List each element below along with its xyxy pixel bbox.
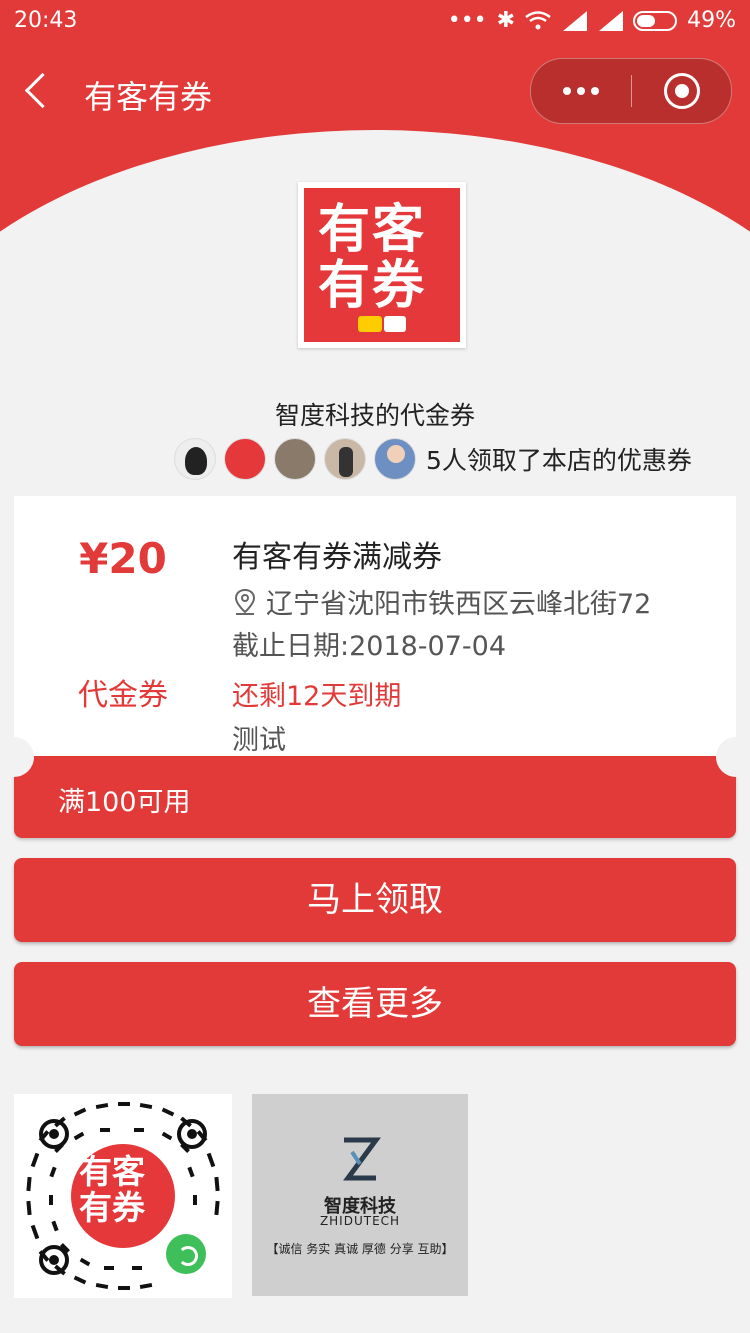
claim-button[interactable]: 马上领取 bbox=[14, 858, 736, 942]
close-miniapp-icon[interactable] bbox=[664, 73, 700, 109]
brand-slogan: 【诚信 务实 真诚 厚德 分享 互助】 bbox=[266, 1242, 454, 1256]
status-bar: 20:43 ••• ✱ 49% bbox=[0, 0, 750, 44]
location-icon bbox=[234, 588, 256, 615]
capsule-divider bbox=[631, 75, 632, 107]
takers-row: 5人领取了本店的优惠券 bbox=[174, 436, 692, 482]
coupon-condition: 满100可用 bbox=[58, 787, 191, 818]
coupon-badge-icon bbox=[358, 316, 408, 332]
brand-card: 智度科技 ZHIDUTECH 【诚信 务实 真诚 厚德 分享 互助】 bbox=[252, 1094, 468, 1296]
miniapp-icon bbox=[166, 1234, 206, 1274]
coupon-address-row: 辽宁省沈阳市铁西区云峰北街72 bbox=[232, 582, 651, 621]
wifi-icon bbox=[525, 10, 551, 29]
shop-logo: 有客有券 bbox=[298, 182, 466, 348]
status-icons: ••• ✱ 49% bbox=[448, 8, 736, 33]
zhidu-logo-icon bbox=[343, 1137, 381, 1181]
coupon-condition-bar: 满100可用 bbox=[14, 756, 736, 838]
miniapp-capsule bbox=[530, 58, 732, 124]
more-menu-button[interactable] bbox=[531, 59, 631, 123]
coupon-remaining: 还剩12天到期 bbox=[232, 681, 402, 712]
coupon-amount: ¥20 bbox=[79, 534, 167, 583]
shop-logo-text: 有客有券 bbox=[318, 200, 427, 316]
qr-logo-text: 有客有券 bbox=[79, 1152, 145, 1227]
avatar bbox=[324, 438, 366, 480]
battery-icon bbox=[633, 10, 678, 31]
avatar bbox=[174, 438, 216, 480]
qr-center-logo: 有客有券 bbox=[71, 1144, 175, 1248]
takers-count-text: 5人领取了本店的优惠券 bbox=[426, 446, 692, 475]
brand-english-name: ZHIDUTECH bbox=[319, 1214, 401, 1228]
page-title: 有客有券 bbox=[84, 78, 213, 116]
more-dots-icon: ••• bbox=[447, 8, 487, 33]
avatar bbox=[374, 438, 416, 480]
coupon-expiry: 截止日期:2018-07-04 bbox=[232, 631, 507, 662]
coupon-type: 代金券 bbox=[78, 678, 168, 713]
back-icon[interactable] bbox=[24, 72, 61, 109]
signal-icon bbox=[563, 10, 588, 31]
nav-bar: 有客有券 bbox=[0, 44, 750, 140]
coupon-note: 测试 bbox=[232, 725, 286, 756]
coupon-notch-right bbox=[716, 737, 750, 777]
bluetooth-icon: ✱ bbox=[496, 8, 516, 33]
coupon-address: 辽宁省沈阳市铁西区云峰北街72 bbox=[266, 589, 652, 620]
battery-level: 49% bbox=[687, 8, 736, 33]
view-more-button[interactable]: 查看更多 bbox=[14, 962, 736, 1046]
status-time: 20:43 bbox=[14, 8, 78, 33]
signal-icon-2 bbox=[599, 10, 624, 31]
miniapp-qr-code: 有客有券 bbox=[14, 1094, 232, 1298]
coupon-card[interactable]: ¥20 代金券 有客有券满减券 辽宁省沈阳市铁西区云峰北街72 截止日期:201… bbox=[14, 496, 736, 758]
coupon-title: 有客有券满减券 bbox=[232, 540, 442, 575]
avatar bbox=[224, 438, 266, 480]
avatar bbox=[274, 438, 316, 480]
shop-logo-background: 有客有券 bbox=[304, 188, 460, 342]
shop-title: 智度科技的代金券 bbox=[274, 401, 475, 430]
